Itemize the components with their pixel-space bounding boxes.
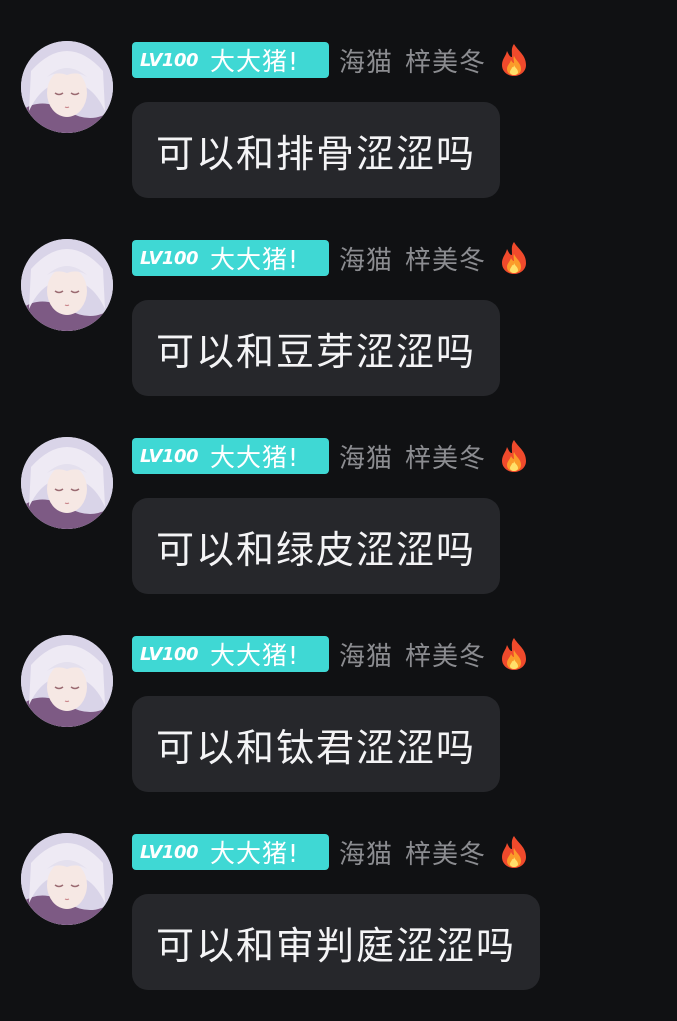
tag-label: 海猫 (339, 47, 394, 78)
user-tags: 海猫 梓美冬 (339, 42, 486, 79)
fire-icon (502, 836, 527, 868)
message-bubble[interactable]: 可以和钛君涩涩吗 (132, 696, 501, 792)
badge-title: 大大猪! (210, 47, 300, 76)
level-badge[interactable]: LV100 大大猪! (132, 636, 329, 672)
tag-label: 海猫 (339, 443, 394, 474)
level-label: LV100 (140, 643, 199, 665)
sender-info: LV100 大大猪! 海猫 梓美冬 (132, 239, 530, 277)
sender-info: LV100 大大猪! 海猫 梓美冬 (132, 635, 530, 673)
chat-message: LV100 大大猪! 海猫 梓美冬 可以和审判庭涩涩吗 (0, 833, 677, 1021)
level-label: LV100 (140, 445, 199, 467)
level-label: LV100 (140, 49, 199, 71)
chat-list: LV100 大大猪! 海猫 梓美冬 可以和排骨涩涩吗 LV100 大大猪! 海猫… (0, 0, 677, 1021)
fire-icon (502, 638, 527, 670)
tag-label: 海猫 (339, 641, 394, 672)
message-bubble[interactable]: 可以和审判庭涩涩吗 (132, 894, 541, 990)
user-tags: 海猫 梓美冬 (339, 636, 486, 673)
chat-message: LV100 大大猪! 海猫 梓美冬 可以和绿皮涩涩吗 (0, 437, 677, 627)
level-label: LV100 (140, 841, 199, 863)
fire-icon (502, 242, 527, 274)
level-badge[interactable]: LV100 大大猪! (132, 42, 329, 78)
level-badge[interactable]: LV100 大大猪! (132, 438, 329, 474)
user-tags: 海猫 梓美冬 (339, 438, 486, 475)
tag-label: 海猫 (339, 839, 394, 870)
badge-title: 大大猪! (210, 641, 300, 670)
chat-message: LV100 大大猪! 海猫 梓美冬 可以和排骨涩涩吗 (0, 41, 677, 231)
tag-label: 梓美冬 (405, 245, 487, 276)
sender-info: LV100 大大猪! 海猫 梓美冬 (132, 41, 530, 79)
sender-info: LV100 大大猪! 海猫 梓美冬 (132, 437, 530, 475)
user-avatar[interactable] (21, 635, 113, 727)
tag-label: 梓美冬 (405, 641, 487, 672)
chat-message: LV100 大大猪! 海猫 梓美冬 可以和钛君涩涩吗 (0, 635, 677, 825)
tag-label: 梓美冬 (405, 47, 487, 78)
message-bubble[interactable]: 可以和豆芽涩涩吗 (132, 300, 501, 396)
level-label: LV100 (140, 247, 199, 269)
user-avatar[interactable] (21, 437, 113, 529)
message-bubble[interactable]: 可以和绿皮涩涩吗 (132, 498, 501, 594)
level-badge[interactable]: LV100 大大猪! (132, 834, 329, 870)
user-avatar[interactable] (21, 833, 113, 925)
fire-icon (502, 44, 527, 76)
chat-message: LV100 大大猪! 海猫 梓美冬 可以和豆芽涩涩吗 (0, 239, 677, 429)
badge-title: 大大猪! (210, 245, 300, 274)
fire-icon (502, 440, 527, 472)
level-badge[interactable]: LV100 大大猪! (132, 240, 329, 276)
sender-info: LV100 大大猪! 海猫 梓美冬 (132, 833, 530, 871)
message-bubble[interactable]: 可以和排骨涩涩吗 (132, 102, 501, 198)
user-avatar[interactable] (21, 239, 113, 331)
badge-title: 大大猪! (210, 443, 300, 472)
user-tags: 海猫 梓美冬 (339, 834, 486, 871)
tag-label: 梓美冬 (405, 839, 487, 870)
user-tags: 海猫 梓美冬 (339, 240, 486, 277)
tag-label: 梓美冬 (405, 443, 487, 474)
badge-title: 大大猪! (210, 839, 300, 868)
user-avatar[interactable] (21, 41, 113, 133)
tag-label: 海猫 (339, 245, 394, 276)
